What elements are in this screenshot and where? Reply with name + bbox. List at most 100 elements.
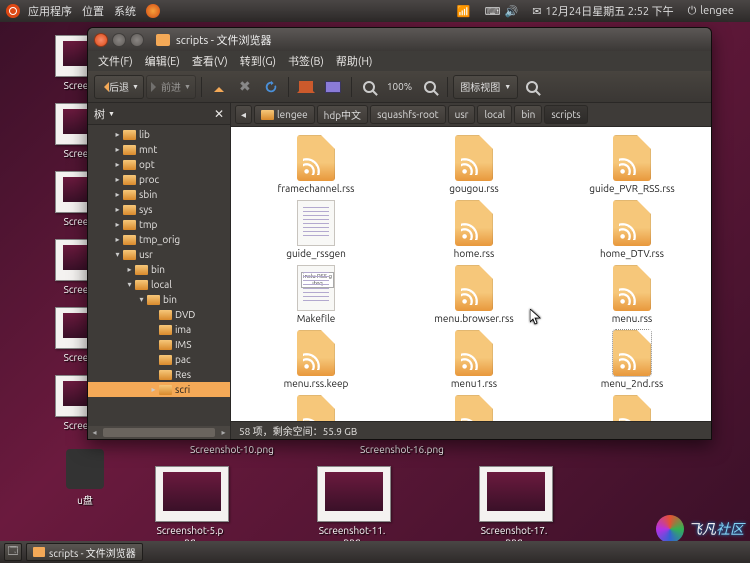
path-segment[interactable]: usr (448, 105, 476, 124)
sidebar-close-button[interactable]: ✕ (214, 107, 224, 121)
view-mode-selector[interactable]: 图标视图▼ (453, 75, 518, 99)
folder-tree[interactable]: libmntoptprocsbinsystmptmp_origusrbinloc… (88, 125, 230, 426)
file-item[interactable]: gougou.rss (399, 135, 549, 194)
zoom-out-button[interactable] (357, 75, 381, 99)
tree-node[interactable]: bin (88, 292, 230, 307)
tree-twisty-icon[interactable] (112, 174, 123, 185)
tree-node[interactable]: local (88, 277, 230, 292)
tree-node[interactable]: lib (88, 127, 230, 142)
menu-places[interactable]: 位置 (82, 3, 104, 19)
path-scroll-left[interactable]: ◂ (235, 105, 252, 124)
tree-twisty-icon[interactable] (136, 294, 147, 305)
tree-node[interactable]: tmp_orig (88, 232, 230, 247)
desktop-screenshot[interactable]: Screenshot-11.png (317, 466, 387, 547)
home-button[interactable] (294, 75, 318, 99)
file-item[interactable]: menu_ori.rss (399, 395, 549, 421)
menu-item[interactable]: 编辑(E) (139, 51, 186, 71)
chevron-down-icon[interactable]: ▼ (108, 110, 115, 118)
file-item[interactable]: framechannel.rss (241, 135, 391, 194)
close-button[interactable] (94, 33, 108, 47)
menu-item[interactable]: 帮助(H) (330, 51, 379, 71)
file-item[interactable]: guide_rssgen (241, 200, 391, 259)
file-item[interactable]: news.rss (557, 395, 707, 421)
tree-node[interactable]: Res (88, 367, 230, 382)
file-item[interactable]: menu_2nd.rss (557, 330, 707, 389)
ubuntu-logo-icon[interactable] (6, 4, 20, 18)
file-item[interactable]: inclu RSS·g ifeqMakefile (241, 265, 391, 324)
firefox-icon[interactable] (146, 4, 160, 18)
tree-twisty-icon[interactable] (148, 369, 159, 380)
file-item[interactable]: home_DTV.rss (557, 200, 707, 259)
shutdown-icon[interactable]: ⏻ (688, 5, 697, 18)
tree-node[interactable]: mnt (88, 142, 230, 157)
menu-item[interactable]: 文件(F) (92, 51, 139, 71)
tree-twisty-icon[interactable] (112, 204, 123, 215)
menu-item[interactable]: 转到(G) (234, 51, 282, 71)
tree-node[interactable]: sbin (88, 187, 230, 202)
file-item[interactable]: menu_lge.rss (241, 395, 391, 421)
volume-icon[interactable]: 🔊 (504, 5, 518, 18)
tree-twisty-icon[interactable] (112, 159, 123, 170)
tree-twisty-icon[interactable] (148, 354, 159, 365)
back-button[interactable]: 后退▼ (94, 75, 144, 99)
icon-view[interactable]: framechannel.rssgougou.rssguide_PVR_RSS.… (231, 127, 711, 421)
tree-twisty-icon[interactable] (112, 129, 123, 140)
desktop-usb-drive[interactable]: u盘 (50, 449, 120, 507)
tree-twisty-icon[interactable] (148, 309, 159, 320)
network-icon[interactable]: 📶 (457, 5, 471, 18)
user-menu[interactable]: lengee (700, 5, 734, 17)
tree-node[interactable]: ima (88, 322, 230, 337)
menu-item[interactable]: 查看(V) (186, 51, 234, 71)
file-item[interactable]: menu.rss (557, 265, 707, 324)
file-item[interactable]: menu.browser.rss (399, 265, 549, 324)
up-button[interactable] (207, 75, 231, 99)
tree-twisty-icon[interactable] (124, 279, 135, 290)
tree-node[interactable]: IMS (88, 337, 230, 352)
tree-node[interactable]: pac (88, 352, 230, 367)
tree-node[interactable]: proc (88, 172, 230, 187)
tree-twisty-icon[interactable] (148, 384, 159, 395)
titlebar[interactable]: scripts - 文件浏览器 (88, 28, 711, 51)
mail-icon[interactable]: ✉ (532, 5, 541, 18)
path-segment[interactable]: squashfs-root (370, 105, 446, 124)
tree-node[interactable]: sys (88, 202, 230, 217)
taskbar-item-nautilus[interactable]: scripts - 文件浏览器 (26, 543, 143, 561)
tree-twisty-icon[interactable] (112, 219, 123, 230)
file-item[interactable]: home.rss (399, 200, 549, 259)
path-segment[interactable]: local (477, 105, 512, 124)
tree-twisty-icon[interactable] (112, 249, 123, 260)
tree-twisty-icon[interactable] (112, 234, 123, 245)
search-button[interactable] (520, 75, 544, 99)
tree-node[interactable]: scri (88, 382, 230, 397)
menu-item[interactable]: 书签(B) (282, 51, 330, 71)
tree-node[interactable]: DVD (88, 307, 230, 322)
menu-applications[interactable]: 应用程序 (28, 3, 72, 19)
maximize-button[interactable] (130, 33, 144, 47)
path-segment[interactable]: bin (514, 105, 542, 124)
show-desktop-button[interactable]: 🗔 (4, 543, 22, 561)
sidebar-mode[interactable]: 树 (94, 106, 105, 122)
path-segment[interactable]: hdp中文 (317, 105, 368, 124)
desktop-screenshot[interactable]: Screenshot-17.png (479, 466, 549, 547)
menu-system[interactable]: 系统 (114, 3, 136, 19)
tree-node[interactable]: usr (88, 247, 230, 262)
zoom-in-button[interactable] (418, 75, 442, 99)
file-item[interactable]: menu.rss.keep (241, 330, 391, 389)
tree-twisty-icon[interactable] (112, 189, 123, 200)
tree-node[interactable]: tmp (88, 217, 230, 232)
clock[interactable]: 12月24日星期五 2:52 下午 (545, 3, 673, 19)
tree-twisty-icon[interactable] (112, 144, 123, 155)
tree-twisty-icon[interactable] (148, 339, 159, 350)
sidebar-h-scrollbar[interactable]: ◂▸ (88, 426, 230, 439)
path-segment[interactable]: scripts (544, 105, 587, 124)
file-item[interactable]: guide_PVR_RSS.rss (557, 135, 707, 194)
minimize-button[interactable] (112, 33, 126, 47)
tree-node[interactable]: bin (88, 262, 230, 277)
reload-button[interactable] (259, 75, 283, 99)
tree-twisty-icon[interactable] (148, 324, 159, 335)
file-item[interactable]: menu1.rss (399, 330, 549, 389)
keyboard-icon[interactable]: ⌨ (485, 5, 501, 18)
path-segment[interactable]: lengee (254, 105, 315, 124)
tree-node[interactable]: opt (88, 157, 230, 172)
computer-button[interactable] (320, 75, 346, 99)
